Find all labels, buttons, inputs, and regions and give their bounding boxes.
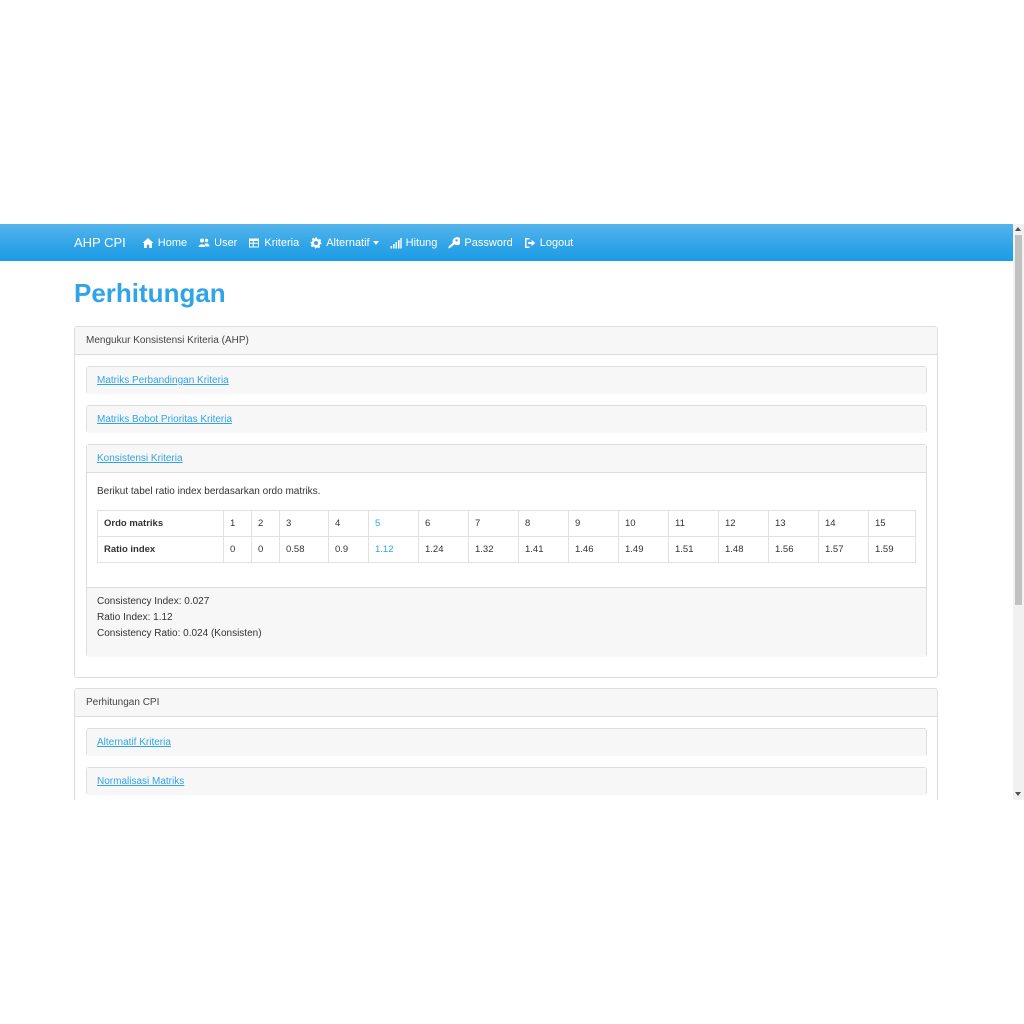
- key-icon: [448, 236, 461, 248]
- consistency-results: Consistency Index: 0.027 Ratio Index: 1.…: [87, 587, 926, 657]
- consistency-index: Consistency Index: 0.027: [97, 596, 210, 607]
- table-cell: 0.9: [328, 536, 369, 563]
- home-icon: [142, 237, 154, 248]
- section-konsistensi-kriteria: Konsistensi Kriteria Berikut tabel ratio…: [86, 444, 927, 657]
- page-title: Perhitungan: [74, 278, 226, 308]
- nav-item-label: Hitung: [405, 236, 438, 249]
- table-cell: 11: [668, 510, 719, 537]
- section-link-matriks-bobot[interactable]: Matriks Bobot Prioritas Kriteria: [97, 414, 232, 425]
- table-cell: 1.48: [718, 536, 769, 563]
- section-alternatif-kriteria: Alternatif Kriteria: [86, 728, 927, 756]
- nav-item-label: Home: [157, 236, 188, 249]
- table-cell: 2: [251, 510, 280, 537]
- nav-item-hitung[interactable]: Hitung: [390, 236, 438, 249]
- sign-out-icon: [524, 237, 535, 248]
- table-cell: 1: [223, 510, 252, 537]
- users-icon: [198, 238, 210, 247]
- table-cell: 1.59: [868, 536, 916, 563]
- table-cell: 8: [518, 510, 569, 537]
- table-cell: 1.57: [818, 536, 869, 563]
- table-cell: 3: [279, 510, 329, 537]
- table-cell: 6: [418, 510, 469, 537]
- nav-item-logout[interactable]: Logout: [524, 236, 574, 249]
- table-cell: 1.56: [768, 536, 819, 563]
- table-cell: 0.58: [279, 536, 329, 563]
- navbar-brand[interactable]: AHP CPI: [74, 235, 126, 250]
- row-label-ratio: Ratio index: [97, 536, 224, 563]
- table-row: Ordo matriks 1 2 3 4 5 6 7 8 9 10 11 12 …: [97, 510, 916, 537]
- vertical-scrollbar[interactable]: [1013, 224, 1024, 800]
- ahp-consistency-card: Mengukur Konsistensi Kriteria (AHP) Matr…: [74, 326, 938, 678]
- section-matriks-bobot-prioritas: Matriks Bobot Prioritas Kriteria: [86, 405, 927, 433]
- table-cell: 14: [818, 510, 869, 537]
- table-cell: 1.51: [668, 536, 719, 563]
- table-cell: 1.46: [568, 536, 619, 563]
- card-header: Mengukur Konsistensi Kriteria (AHP): [75, 327, 937, 355]
- nav-item-kriteria[interactable]: Kriteria: [248, 237, 299, 249]
- nav-item-label: Kriteria: [264, 236, 300, 249]
- table-cell: 13: [768, 510, 819, 537]
- table-cell: 9: [568, 510, 619, 537]
- table-cell: 5: [368, 510, 419, 537]
- cpi-card: Perhitungan CPI Alternatif Kriteria Norm…: [74, 688, 938, 800]
- table-cell: 15: [868, 510, 916, 537]
- row-label-ordo: Ordo matriks: [97, 510, 224, 537]
- table-icon: [249, 238, 260, 247]
- table-cell: 0: [251, 536, 280, 563]
- ratio-index-intro: Berikut tabel ratio index berdasarkan or…: [97, 486, 321, 497]
- table-cell: 7: [468, 510, 519, 537]
- nav-item-password[interactable]: Password: [448, 236, 513, 249]
- table-cell: 10: [618, 510, 669, 537]
- table-cell: 1.12: [368, 536, 419, 563]
- caret-down-icon: [372, 240, 379, 245]
- section-matriks-perbandingan: Matriks Perbandingan Kriteria: [86, 366, 927, 394]
- ratio-index-value: Ratio Index: 1.12: [97, 612, 173, 623]
- section-link-matriks-perbandingan[interactable]: Matriks Perbandingan Kriteria: [97, 375, 229, 386]
- nav-item-home[interactable]: Home: [142, 237, 187, 249]
- table-cell: 4: [328, 510, 369, 537]
- nav-item-alternatif-dropdown[interactable]: Alternatif: [310, 236, 379, 249]
- signal-icon: [390, 237, 402, 248]
- consistency-ratio: Consistency Ratio: 0.024 (Konsisten): [97, 628, 262, 639]
- section-link-alternatif-kriteria[interactable]: Alternatif Kriteria: [97, 737, 171, 748]
- table-cell: 1.24: [418, 536, 469, 563]
- scroll-down-arrow-icon[interactable]: [1015, 792, 1021, 796]
- navbar: AHP CPI Home User Kriteria Alternatif Hi…: [0, 224, 1013, 261]
- table-cell: 0: [223, 536, 252, 563]
- section-link-konsistensi[interactable]: Konsistensi Kriteria: [97, 453, 183, 464]
- section-normalisasi-matriks: Normalisasi Matriks: [86, 767, 927, 795]
- table-cell: 12: [718, 510, 769, 537]
- nav-item-label: Alternatif: [326, 236, 370, 249]
- table-cell: 1.49: [618, 536, 669, 563]
- card-header: Perhitungan CPI: [75, 689, 937, 717]
- section-link-normalisasi-matriks[interactable]: Normalisasi Matriks: [97, 776, 184, 787]
- browser-viewport: AHP CPI Home User Kriteria Alternatif Hi…: [0, 224, 1024, 800]
- nav-item-user[interactable]: User: [198, 237, 237, 249]
- ratio-index-table: Ordo matriks 1 2 3 4 5 6 7 8 9 10 11 12 …: [97, 510, 916, 563]
- scroll-up-arrow-icon[interactable]: [1015, 227, 1021, 231]
- scrollbar-thumb[interactable]: [1015, 235, 1022, 605]
- nav-item-label: Password: [464, 236, 513, 249]
- gear-icon: [310, 237, 322, 248]
- nav-item-label: Logout: [539, 236, 574, 249]
- table-cell: 1.41: [518, 536, 569, 563]
- table-cell: 1.32: [468, 536, 519, 563]
- nav-item-label: User: [214, 236, 238, 249]
- table-row: Ratio index 0 0 0.58 0.9 1.12 1.24 1.32 …: [97, 536, 916, 563]
